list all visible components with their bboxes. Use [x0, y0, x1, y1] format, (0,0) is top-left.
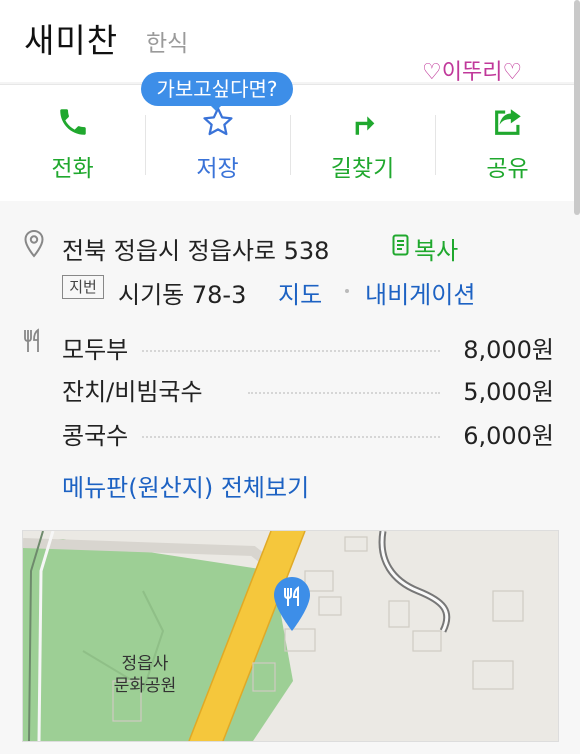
menu-item-name: 잔치/비빔국수	[62, 378, 203, 406]
share-button[interactable]: 공유	[435, 85, 580, 201]
jibun-address: 시기동 78-3	[118, 281, 247, 309]
copy-icon	[392, 234, 410, 262]
share-label: 공유	[486, 156, 529, 182]
save-label: 저장	[196, 156, 239, 182]
separator-dot	[345, 289, 349, 293]
park-label-line2: 문화공원	[113, 676, 177, 696]
map-park-label: 정읍사 문화공원	[105, 653, 185, 697]
place-title: 새미찬	[24, 21, 119, 60]
navigation-link[interactable]: 내비게이션	[365, 275, 475, 310]
restaurant-icon	[22, 328, 44, 358]
park-label-line1: 정읍사	[121, 654, 169, 674]
location-pin-icon	[22, 229, 46, 263]
call-button[interactable]: 전화	[0, 85, 145, 201]
map-link[interactable]: 지도	[278, 275, 322, 310]
place-header: 새미찬 한식 ♡이뚜리♡	[0, 0, 580, 85]
directions-button[interactable]: 길찾기	[290, 85, 435, 201]
map-preview[interactable]: 정읍사 문화공원	[22, 530, 559, 742]
watermark-signature: ♡이뚜리♡	[422, 60, 523, 85]
dotted-leader	[142, 436, 440, 438]
dotted-leader	[142, 350, 440, 352]
directions-icon	[290, 105, 435, 139]
scrollbar[interactable]	[574, 0, 580, 215]
menu-item-name: 모두부	[62, 336, 129, 364]
menu-item-price: 8,000원	[463, 336, 554, 364]
menu-item-name: 콩국수	[62, 422, 129, 450]
menu-item-price: 5,000원	[463, 378, 554, 406]
jibun-tag: 지번	[62, 275, 104, 299]
dotted-leader	[248, 392, 440, 394]
menu-item-price: 6,000원	[463, 422, 554, 450]
map-marker-icon[interactable]	[271, 575, 313, 637]
directions-label: 길찾기	[330, 156, 395, 182]
place-category: 한식	[146, 31, 189, 57]
action-bar: 전화 저장 길찾기 공유	[0, 84, 580, 202]
call-label: 전화	[51, 156, 94, 182]
save-tooltip[interactable]: 가보고싶다면?	[141, 72, 293, 111]
share-icon	[435, 105, 580, 139]
menu-view-all-link[interactable]: 메뉴판(원산지) 전체보기	[62, 468, 309, 503]
copy-label: 복사	[414, 237, 459, 265]
road-address: 전북 정읍시 정읍사로 538	[62, 237, 330, 265]
phone-icon	[0, 105, 145, 139]
